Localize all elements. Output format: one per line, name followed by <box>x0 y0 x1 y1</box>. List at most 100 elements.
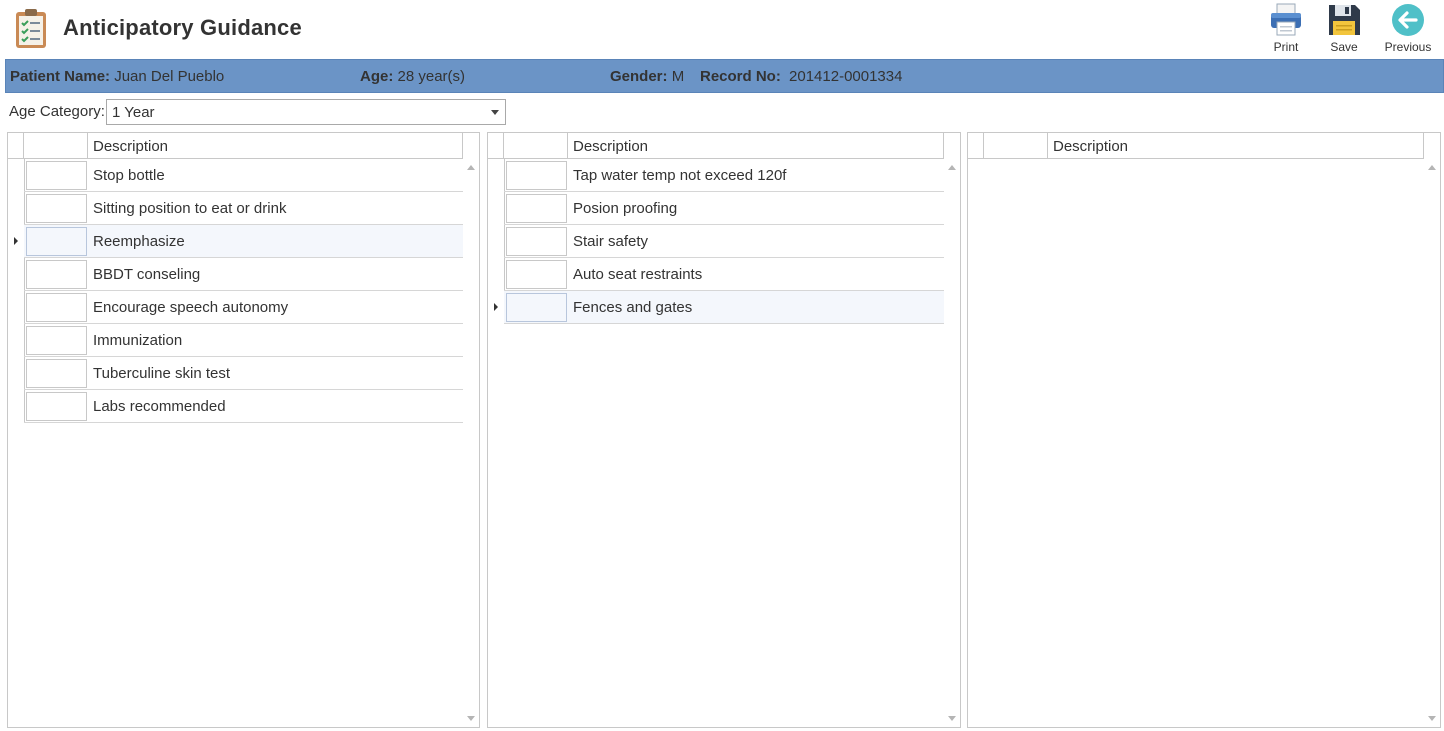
patient-name: Patient Name: Juan Del Pueblo <box>10 68 224 85</box>
table-row[interactable]: Immunization <box>24 324 463 357</box>
checkbox-column-header[interactable] <box>984 133 1048 158</box>
vertical-scrollbar[interactable] <box>1424 159 1440 727</box>
table-row[interactable]: Labs recommended <box>24 390 463 423</box>
save-button[interactable]: Save <box>1314 2 1374 56</box>
row-checkbox[interactable] <box>506 227 567 256</box>
arrow-left-circle-icon <box>1392 4 1424 36</box>
row-description: Sitting position to eat or drink <box>93 200 287 217</box>
row-indicator <box>488 192 504 225</box>
row-description: Encourage speech autonomy <box>93 299 289 316</box>
scroll-down-arrow-icon[interactable] <box>467 716 475 721</box>
table-row[interactable]: Stop bottle <box>24 159 463 192</box>
grid-header: Description <box>488 133 944 159</box>
table-row[interactable]: Encourage speech autonomy <box>24 291 463 324</box>
table-row[interactable]: Auto seat restraints <box>504 258 944 291</box>
vertical-scrollbar[interactable] <box>463 159 479 727</box>
row-checkbox[interactable] <box>506 260 567 289</box>
description-column-header[interactable]: Description <box>1053 138 1128 155</box>
checkbox-column-header[interactable] <box>504 133 568 158</box>
grid-rows: Stop bottle Sitting position to eat or dr… <box>8 159 463 423</box>
floppy-disk-icon <box>1329 5 1360 35</box>
description-column-header[interactable]: Description <box>93 138 168 155</box>
table-row[interactable]: Tap water temp not exceed 120f <box>504 159 944 192</box>
row-description: BBDT conseling <box>93 266 201 283</box>
row-indicator-header <box>968 133 984 158</box>
row-indicator <box>8 225 24 258</box>
row-description: Stop bottle <box>93 167 165 184</box>
row-indicator <box>8 192 24 225</box>
row-checkbox[interactable] <box>26 161 87 190</box>
scroll-down-arrow-icon[interactable] <box>1428 716 1436 721</box>
scroll-up-arrow-icon[interactable] <box>1428 165 1436 170</box>
row-description: Tuberculine skin test <box>93 365 231 382</box>
row-indicator <box>8 258 24 291</box>
row-indicator <box>8 324 24 357</box>
scroll-down-arrow-icon[interactable] <box>948 716 956 721</box>
table-row[interactable]: Tuberculine skin test <box>24 357 463 390</box>
row-checkbox[interactable] <box>506 293 567 322</box>
age-category-dropdown[interactable]: 1 Year <box>106 99 506 125</box>
patient-age-label: Age: <box>360 68 394 85</box>
scroll-up-arrow-icon[interactable] <box>948 165 956 170</box>
row-indicator <box>488 258 504 291</box>
table-row[interactable]: Reemphasize <box>14 225 463 258</box>
patient-record: Record No: 201412-0001334 <box>700 68 902 85</box>
row-checkbox[interactable] <box>506 161 567 190</box>
print-button[interactable]: Print <box>1256 2 1316 56</box>
page-title: Anticipatory Guidance <box>63 15 302 40</box>
record-no-label: Record No: <box>700 68 781 85</box>
header-divider <box>462 133 463 158</box>
patient-name-label: Patient Name: <box>10 68 111 85</box>
row-description: Posion proofing <box>573 200 678 217</box>
row-checkbox[interactable] <box>26 326 87 355</box>
patient-name-value: Juan Del Pueblo <box>114 68 225 85</box>
row-checkbox[interactable] <box>26 293 87 322</box>
guidance-grid-2[interactable]: Description Tap water temp not exceed 120… <box>487 132 961 728</box>
row-indicator <box>8 291 24 324</box>
description-column-header[interactable]: Description <box>573 138 648 155</box>
row-indicator <box>8 357 24 390</box>
row-indicator <box>488 291 504 324</box>
row-description: Labs recommended <box>93 398 226 415</box>
table-row[interactable]: BBDT conseling <box>24 258 463 291</box>
row-checkbox[interactable] <box>506 194 567 223</box>
table-row[interactable]: Posion proofing <box>504 192 944 225</box>
row-description: Stair safety <box>573 233 649 250</box>
row-checkbox[interactable] <box>26 227 87 256</box>
row-checkbox[interactable] <box>26 194 87 223</box>
patient-info-bar: Patient Name: Juan Del Pueblo Age: 28 ye… <box>5 59 1444 93</box>
patient-gender-value: M <box>671 68 685 85</box>
grid-header: Description <box>8 133 463 159</box>
grid-header: Description <box>968 133 1424 159</box>
row-description: Tap water temp not exceed 120f <box>573 167 787 184</box>
row-description: Reemphasize <box>93 233 185 250</box>
guidance-grid-1[interactable]: Description Stop bottle Sitting position t… <box>7 132 480 728</box>
age-category-label: Age Category: <box>9 103 105 120</box>
row-indicator-header <box>8 133 24 158</box>
scroll-up-arrow-icon[interactable] <box>467 165 475 170</box>
row-checkbox[interactable] <box>26 359 87 388</box>
table-row[interactable]: Sitting position to eat or drink <box>24 192 463 225</box>
patient-age: Age: 28 year(s) <box>360 68 465 85</box>
row-indicator <box>488 159 504 192</box>
clipboard-checklist-icon <box>16 9 46 48</box>
save-button-label: Save <box>1330 40 1358 54</box>
patient-age-value: 28 year(s) <box>397 68 466 85</box>
current-row-arrow-icon <box>14 237 18 245</box>
table-row[interactable]: Stair safety <box>504 225 944 258</box>
title-bar: Anticipatory Guidance Print Save Previou… <box>0 0 1444 58</box>
chevron-down-icon[interactable] <box>491 110 499 115</box>
table-row[interactable]: Fences and gates <box>494 291 944 324</box>
patient-gender: Gender: M <box>610 68 684 85</box>
row-description: Auto seat restraints <box>573 266 703 283</box>
print-button-label: Print <box>1273 40 1299 54</box>
age-category-value: 1 Year <box>112 104 155 121</box>
guidance-grid-3[interactable]: Description <box>967 132 1441 728</box>
checkbox-column-header[interactable] <box>24 133 88 158</box>
vertical-scrollbar[interactable] <box>944 159 960 727</box>
row-indicator <box>488 225 504 258</box>
previous-button[interactable]: Previous <box>1378 2 1438 56</box>
row-indicator <box>8 390 24 423</box>
row-checkbox[interactable] <box>26 260 87 289</box>
row-checkbox[interactable] <box>26 392 87 421</box>
